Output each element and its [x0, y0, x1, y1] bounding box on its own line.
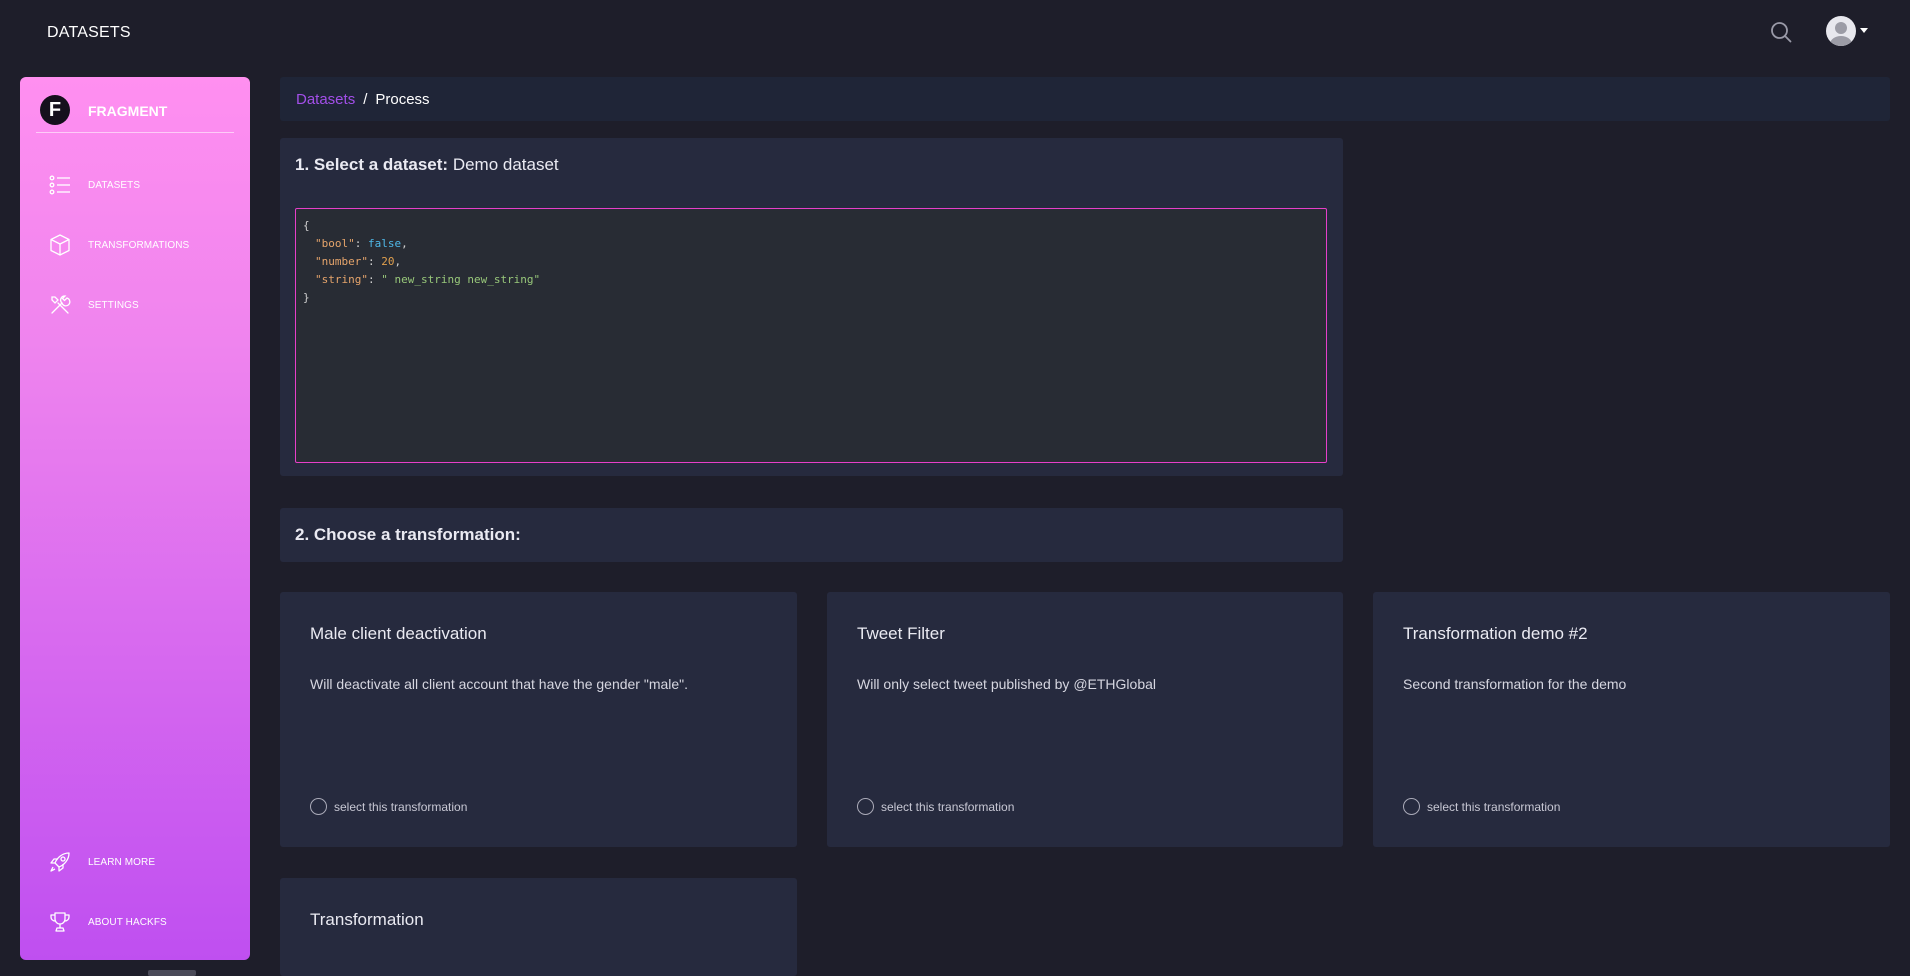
transformation-card: Tweet Filter Will only select tweet publ… — [827, 592, 1343, 847]
sidebar-item-label: DATASETS — [88, 179, 141, 191]
search-icon[interactable] — [1769, 20, 1793, 44]
json-line-string: "string": " new_string new_string" — [315, 273, 541, 286]
brand[interactable]: F FRAGMENT — [36, 93, 234, 133]
radio-button[interactable] — [857, 798, 874, 815]
json-key: "number" — [315, 255, 368, 268]
sidebar-item-label: LEARN MORE — [88, 856, 156, 868]
transformation-title: Tweet Filter — [857, 624, 945, 643]
sidebar-item-label: ABOUT HACKFS — [88, 916, 167, 928]
tools-icon — [48, 293, 72, 317]
breadcrumb-separator: / — [363, 90, 368, 108]
transformation-title: Male client deactivation — [310, 624, 487, 643]
select-transformation-radio[interactable]: select this transformation — [1403, 798, 1560, 815]
breadcrumb-link-datasets[interactable]: Datasets — [296, 91, 355, 108]
json-key: "string" — [315, 273, 368, 286]
transformation-title: Transformation demo #2 — [1403, 624, 1588, 643]
sidebar-item-transformations[interactable]: TRANSFORMATIONS — [48, 233, 238, 257]
json-line-bool: "bool": false, — [315, 237, 408, 250]
select-dataset-heading: 1. Select a dataset: Demo dataset — [295, 155, 559, 175]
json-key: "bool" — [315, 237, 355, 250]
transformation-description: Will only select tweet published by @ETH… — [857, 676, 1157, 692]
brand-logo: F — [40, 95, 70, 125]
choose-transformation-panel: 2. Choose a transformation: — [280, 508, 1343, 562]
dataset-json-editor[interactable]: { "bool": false, "number": 20, "string":… — [295, 208, 1327, 463]
brand-name: FRAGMENT — [88, 103, 168, 119]
sidebar-item-label: TRANSFORMATIONS — [88, 239, 190, 251]
sidebar: F FRAGMENT DATASETS TRANSFORMATIONS SETT… — [20, 77, 250, 960]
chevron-down-icon[interactable] — [1860, 28, 1868, 33]
select-transformation-radio[interactable]: select this transformation — [857, 798, 1014, 815]
radio-button[interactable] — [1403, 798, 1420, 815]
json-close-brace: } — [303, 291, 310, 304]
select-dataset-panel: 1. Select a dataset: Demo dataset { "boo… — [280, 138, 1343, 476]
json-value: " new_string new_string" — [381, 273, 541, 286]
transformation-card: Male client deactivation Will deactivate… — [280, 592, 797, 847]
transformation-description: Will deactivate all client account that … — [310, 676, 689, 692]
select-transformation-radio[interactable]: select this transformation — [310, 798, 467, 815]
cube-icon — [48, 233, 72, 257]
json-value: 20 — [381, 255, 395, 268]
rocket-icon — [48, 850, 72, 874]
radio-button[interactable] — [310, 798, 327, 815]
transformation-card: Transformation demo #2 Second transforma… — [1373, 592, 1890, 847]
select-transformation-label[interactable]: select this transformation — [1427, 800, 1560, 814]
transformation-description: Second transformation for the demo — [1403, 676, 1627, 692]
sidebar-item-settings[interactable]: SETTINGS — [48, 293, 238, 317]
list-icon — [48, 173, 72, 197]
sidebar-item-datasets[interactable]: DATASETS — [48, 173, 238, 197]
sidebar-item-label: SETTINGS — [88, 299, 139, 311]
dataset-name[interactable]: Demo dataset — [453, 155, 559, 174]
transformation-title: Transformation — [310, 910, 424, 929]
breadcrumb: Datasets / Process — [280, 77, 1890, 121]
user-avatar[interactable] — [1826, 16, 1856, 46]
breadcrumb-current: Process — [375, 90, 430, 108]
sidebar-item-learn-more[interactable]: LEARN MORE — [48, 850, 238, 874]
choose-transformation-heading: 2. Choose a transformation: — [295, 525, 521, 544]
select-transformation-label[interactable]: select this transformation — [334, 800, 467, 814]
page-title: DATASETS — [47, 24, 131, 41]
json-open-brace: { — [303, 219, 310, 232]
scrollbar-thumb[interactable] — [148, 970, 196, 976]
select-transformation-label[interactable]: select this transformation — [881, 800, 1014, 814]
top-bar: DATASETS — [0, 0, 1910, 66]
sidebar-item-about-hackfs[interactable]: ABOUT HACKFS — [48, 910, 238, 934]
transformation-card: Transformation — [280, 878, 797, 976]
json-line-number: "number": 20, — [315, 255, 402, 268]
trophy-icon — [48, 910, 72, 934]
json-value: false — [368, 237, 402, 250]
step1-label: 1. Select a dataset: — [295, 155, 449, 174]
